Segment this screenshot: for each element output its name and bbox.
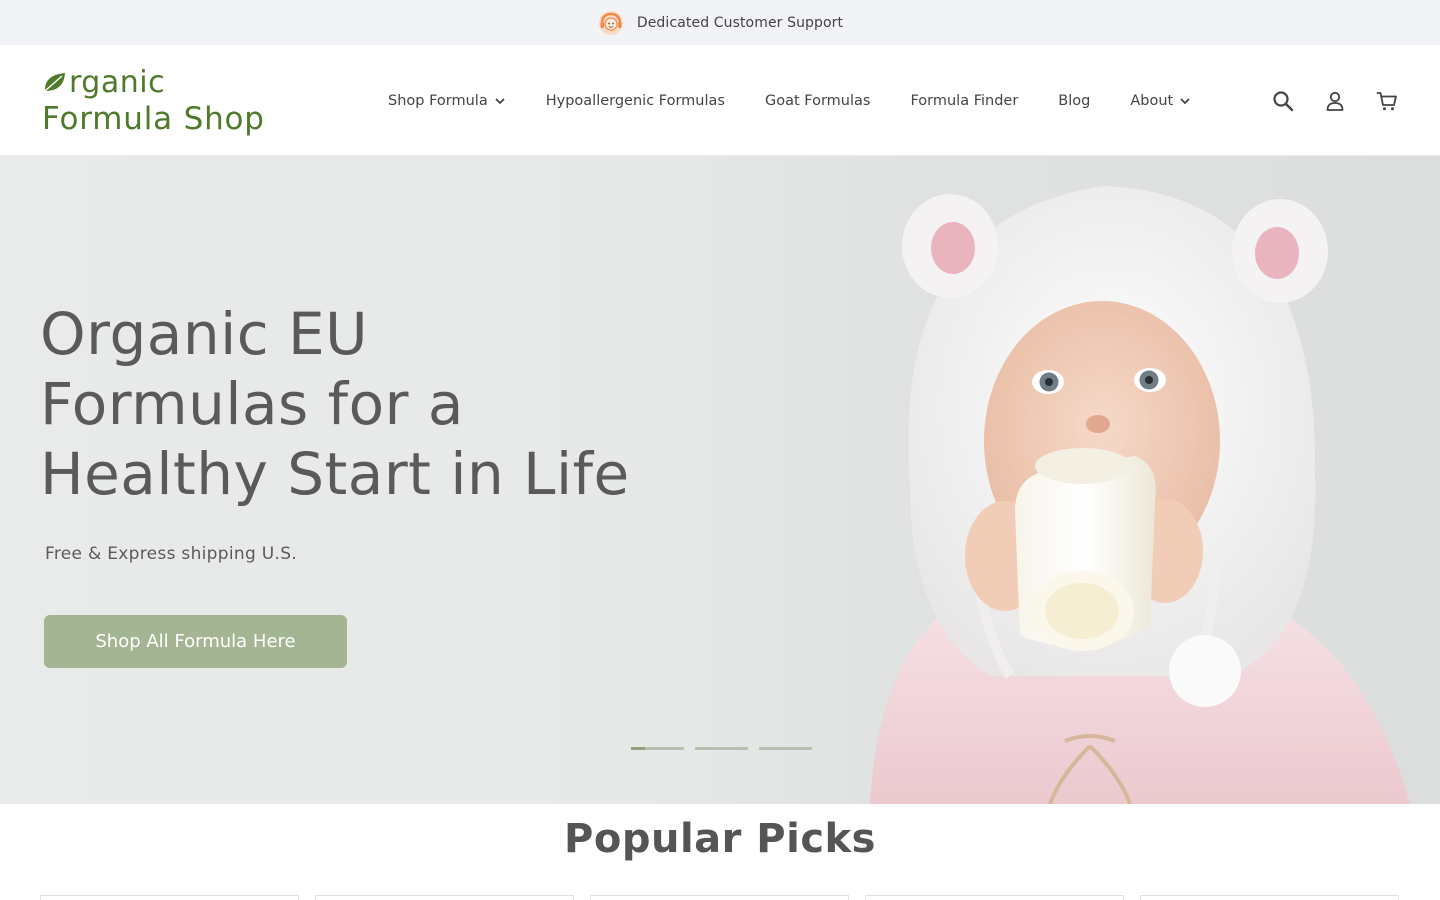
nav-hypoallergenic-formulas[interactable]: Hypoallergenic Formulas: [546, 93, 725, 109]
product-card[interactable]: [865, 895, 1124, 900]
hero-banner: Organic EU Formulas for a Healthy Start …: [0, 156, 1440, 804]
site-logo[interactable]: rganic Formula Shop: [42, 65, 302, 137]
announcement-bar: Dedicated Customer Support: [0, 0, 1440, 45]
nav-label: Blog: [1058, 92, 1091, 109]
hero-subtitle: Free & Express shipping U.S.: [45, 544, 297, 564]
header-icons: [1272, 45, 1398, 156]
nav-shop-formula[interactable]: Shop Formula: [388, 93, 506, 109]
announcement-text[interactable]: Dedicated Customer Support: [637, 15, 843, 31]
product-card-row: [40, 895, 1399, 900]
hero-title-line-1: Organic EU: [40, 300, 369, 368]
nav-goat-formulas[interactable]: Goat Formulas: [765, 93, 870, 109]
slide-dot-3[interactable]: [759, 747, 812, 750]
slider-pagination: [631, 747, 812, 750]
nav-about[interactable]: About: [1130, 93, 1191, 109]
nav-blog[interactable]: Blog: [1058, 93, 1090, 109]
nav-label: Formula Finder: [910, 92, 1019, 109]
main-nav: Shop Formula Hypoallergenic Formulas Goa…: [388, 45, 1191, 156]
hero-title-line-2: Formulas for a: [40, 370, 464, 438]
chevron-down-icon: [494, 95, 506, 107]
cart-icon[interactable]: [1376, 90, 1398, 112]
nav-label: About: [1130, 92, 1174, 109]
hero-image-baby-drinking-bottle: [870, 186, 1410, 804]
support-agent-icon: [597, 9, 625, 37]
hero-title: Organic EU Formulas for a Healthy Start …: [40, 299, 680, 509]
account-icon[interactable]: [1324, 90, 1346, 112]
leaf-icon: [42, 69, 68, 97]
product-card[interactable]: [590, 895, 849, 900]
product-card[interactable]: [40, 895, 299, 900]
nav-label: Hypoallergenic Formulas: [545, 92, 725, 109]
logo-line-2: Formula Shop: [42, 101, 265, 137]
logo-line-1: rganic: [42, 65, 165, 101]
product-card[interactable]: [1140, 895, 1399, 900]
slide-dot-1[interactable]: [631, 747, 684, 750]
hero-title-line-3: Healthy Start in Life: [40, 440, 630, 508]
nav-label: Goat Formulas: [764, 92, 871, 109]
chevron-down-icon: [1179, 95, 1191, 107]
popular-picks-heading: Popular Picks: [564, 816, 876, 862]
shop-all-formula-button[interactable]: Shop All Formula Here: [44, 615, 347, 668]
nav-label: Shop Formula: [388, 92, 488, 109]
product-card[interactable]: [315, 895, 574, 900]
slide-dot-2[interactable]: [695, 747, 748, 750]
search-icon[interactable]: [1272, 90, 1294, 112]
nav-formula-finder[interactable]: Formula Finder: [910, 93, 1018, 109]
logo-text-organic: rganic: [69, 65, 166, 100]
site-header: rganic Formula Shop Shop Formula Hypoall…: [0, 45, 1440, 156]
